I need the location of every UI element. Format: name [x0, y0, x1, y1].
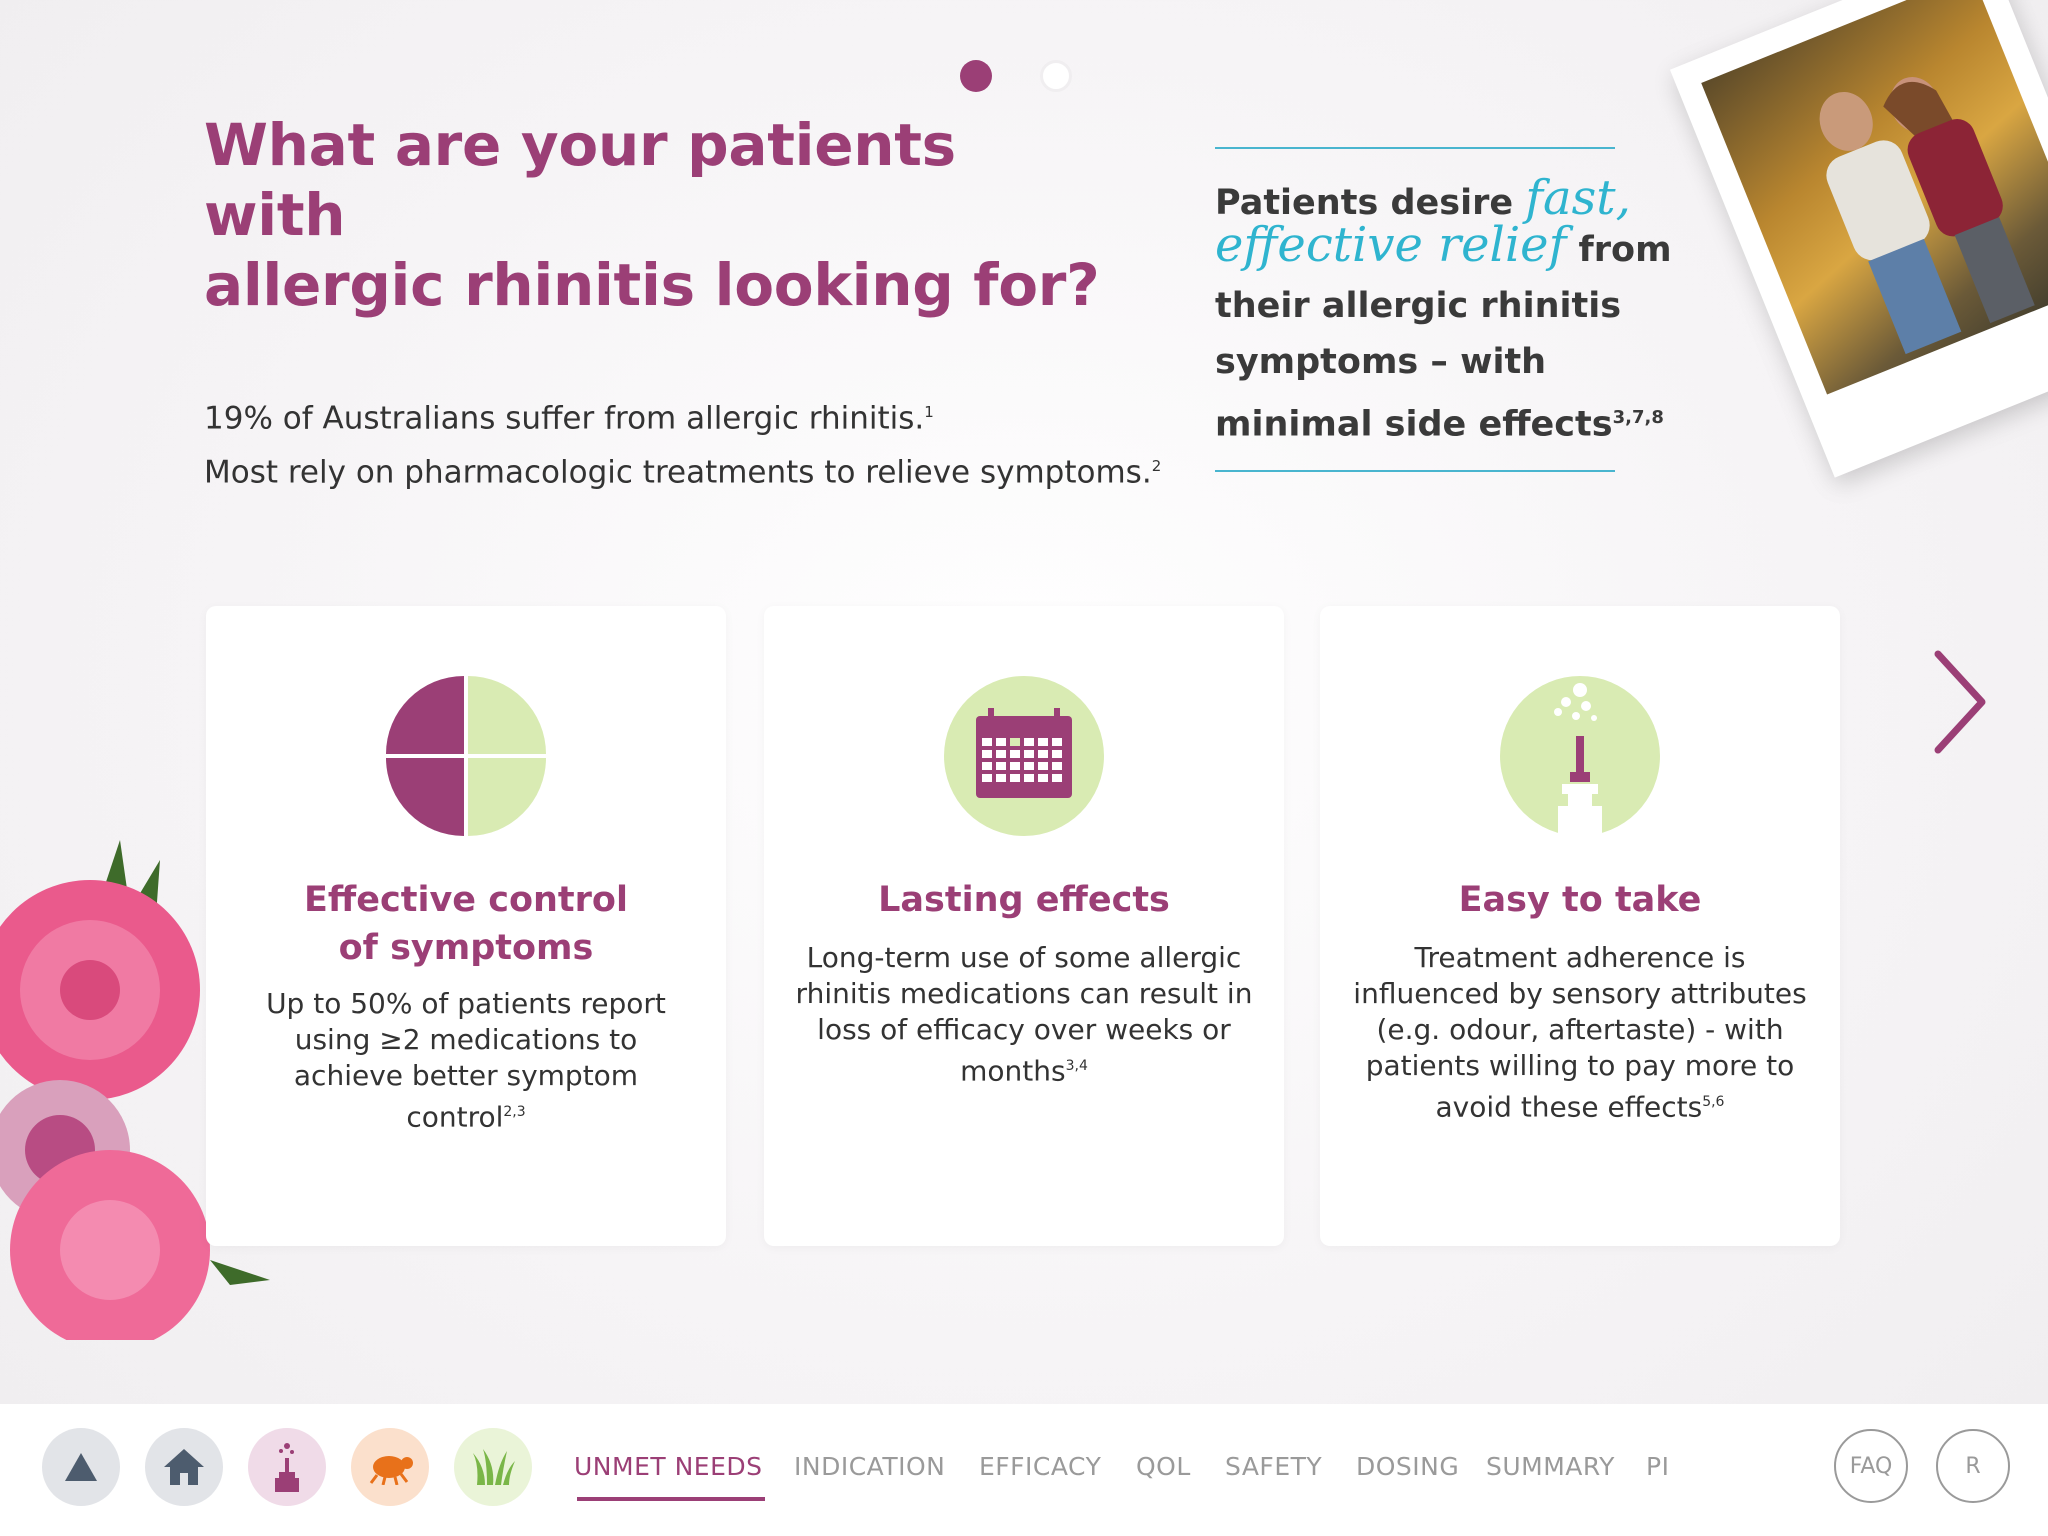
intro-line2: Most rely on pharmacologic treatments to…	[204, 454, 1152, 491]
card-lasting-effects: Lasting effects Long-term use of some al…	[764, 606, 1284, 1246]
tab-dosing[interactable]: DOSING	[1356, 1452, 1459, 1481]
dust-mite-icon	[369, 1456, 413, 1485]
card-body-text: Long-term use of some allergic rhinitis …	[795, 941, 1253, 1088]
card-easy-to-take: Easy to take Treatment adherence is infl…	[1320, 606, 1840, 1246]
intro-line1: 19% of Australians suffer from allergic …	[204, 400, 925, 437]
tab-efficacy[interactable]: EFFICACY	[979, 1452, 1101, 1481]
tab-summary[interactable]: SUMMARY	[1486, 1452, 1615, 1481]
chevron-right-icon[interactable]	[1930, 650, 1990, 754]
nasal-spray-icon	[1500, 676, 1660, 836]
home-icon	[164, 1449, 204, 1485]
patient-quote: Patients desire fast, effective relief f…	[1215, 170, 1715, 453]
tab-unmet-needs[interactable]: UNMET NEEDS	[574, 1452, 763, 1481]
tab-safety[interactable]: SAFETY	[1225, 1452, 1322, 1481]
quote-top-divider	[1215, 147, 1615, 149]
tab-pi[interactable]: PI	[1646, 1452, 1669, 1481]
grass-nav-button[interactable]	[454, 1428, 532, 1506]
page-dot-active[interactable]	[960, 60, 992, 92]
active-tab-underline	[577, 1497, 765, 1501]
card-title: Lasting effects	[784, 876, 1264, 924]
card-effective-control: Effective control of symptoms Up to 50% …	[206, 606, 726, 1246]
pie-quadrants-icon	[386, 676, 546, 836]
card-body-ref: 3,4	[1065, 1058, 1088, 1074]
page-title-line1: What are your patients with	[204, 111, 956, 249]
card-body: Treatment adherence is influenced by sen…	[1350, 940, 1810, 1125]
grass-icon	[473, 1449, 515, 1485]
card-title-line1: Effective control	[304, 880, 628, 920]
scroll-top-button[interactable]	[42, 1428, 120, 1506]
card-title-line1: Easy to take	[1458, 880, 1702, 920]
intro-line1-ref: 1	[924, 403, 934, 421]
card-body-text: Treatment adherence is influenced by sen…	[1353, 941, 1807, 1124]
nasal-spray-nav-button[interactable]	[248, 1428, 326, 1506]
card-title: Effective control of symptoms	[226, 876, 706, 972]
card-body-ref: 5,6	[1702, 1094, 1725, 1110]
card-body: Up to 50% of patients report using ≥2 me…	[236, 986, 696, 1135]
quote-post2: their allergic rhinitis	[1215, 286, 1622, 326]
page-title-line2: allergic rhinitis looking for?	[204, 251, 1100, 319]
quote-script-relief: effective relief	[1215, 217, 1567, 273]
card-title-line1: Lasting effects	[878, 880, 1170, 920]
up-arrow-icon	[65, 1453, 97, 1481]
card-body-text: Up to 50% of patients report using ≥2 me…	[266, 987, 666, 1134]
faq-button[interactable]: FAQ	[1834, 1429, 1908, 1503]
page-dot[interactable]	[1040, 60, 1072, 92]
intro-line2-ref: 2	[1151, 457, 1162, 476]
quote-post4: minimal side effects	[1215, 404, 1613, 445]
quote-bottom-divider	[1215, 470, 1615, 472]
card-body-ref: 2,3	[503, 1104, 526, 1120]
card-body: Long-term use of some allergic rhinitis …	[794, 940, 1254, 1089]
intro-text: 19% of Australians suffer from allergic …	[204, 388, 1184, 497]
tab-qol[interactable]: QOL	[1136, 1452, 1191, 1481]
page-title: What are your patients with allergic rhi…	[204, 110, 1104, 320]
dust-mite-nav-button[interactable]	[351, 1428, 429, 1506]
card-title-line2: of symptoms	[338, 928, 594, 968]
references-button[interactable]: R	[1936, 1429, 2010, 1503]
page-indicator	[960, 60, 1072, 92]
quote-ref: 3,7,8	[1612, 407, 1664, 428]
couple-photo	[1669, 0, 2048, 478]
quote-post1: from	[1566, 230, 1672, 270]
calendar-icon	[944, 676, 1104, 836]
home-button[interactable]	[145, 1428, 223, 1506]
tab-indication[interactable]: INDICATION	[794, 1452, 945, 1481]
nasal-spray-icon	[275, 1443, 299, 1492]
quote-post3: symptoms – with	[1215, 342, 1547, 382]
card-title: Easy to take	[1340, 876, 1820, 924]
